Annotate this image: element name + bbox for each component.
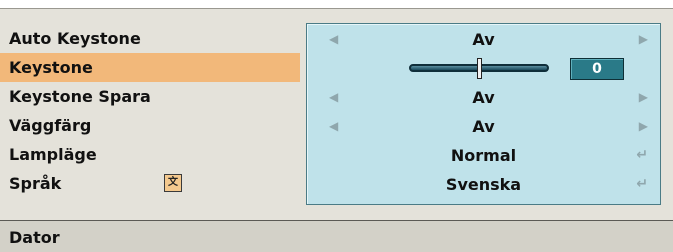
top-border <box>0 0 673 9</box>
vaggfarg-value: Av <box>472 117 495 136</box>
menu-item-auto-keystone[interactable]: Auto Keystone <box>0 24 300 53</box>
sprak-row[interactable]: Svenska ↵ <box>307 170 660 199</box>
sprak-value: Svenska <box>445 175 522 194</box>
menu-item-label: Lampläge <box>9 145 97 164</box>
menu-item-sprak[interactable]: Språk 文 <box>0 169 300 198</box>
menu-item-keystone[interactable]: Keystone <box>0 53 300 82</box>
menu-item-label: Auto Keystone <box>9 29 141 48</box>
value-panel: ◀ Av ▶ 0 ◀ Av ▶ ◀ Av ▶ Normal ↵ Svenska … <box>306 23 661 205</box>
menu-item-label: Keystone <box>9 58 93 77</box>
settings-menu: Auto Keystone Keystone Keystone Spara Vä… <box>0 24 300 198</box>
slider-handle[interactable] <box>477 58 482 79</box>
lamplage-value: Normal <box>450 146 517 165</box>
enter-icon: ↵ <box>636 176 648 192</box>
lamplage-row[interactable]: Normal ↵ <box>307 141 660 170</box>
menu-item-label: Väggfärg <box>9 116 92 135</box>
menu-item-label: Språk <box>9 174 62 193</box>
vaggfarg-selector[interactable]: ◀ Av ▶ <box>307 112 660 141</box>
menu-item-vaggfarg[interactable]: Väggfärg <box>0 111 300 140</box>
auto-keystone-selector[interactable]: ◀ Av ▶ <box>307 25 660 54</box>
language-icon: 文 <box>164 174 182 192</box>
auto-keystone-value: Av <box>472 30 495 49</box>
status-bar: Dator <box>0 221 673 252</box>
right-arrow-icon[interactable]: ▶ <box>639 25 648 54</box>
keystone-spara-selector[interactable]: ◀ Av ▶ <box>307 83 660 112</box>
menu-item-lamplage[interactable]: Lampläge <box>0 140 300 169</box>
menu-item-keystone-spara[interactable]: Keystone Spara <box>0 82 300 111</box>
right-arrow-icon[interactable]: ▶ <box>639 83 648 112</box>
enter-icon: ↵ <box>636 147 648 163</box>
keystone-slider-row: 0 <box>307 54 660 83</box>
menu-item-label: Keystone Spara <box>9 87 151 106</box>
input-source-label: Dator <box>9 228 60 247</box>
right-arrow-icon[interactable]: ▶ <box>639 112 648 141</box>
keystone-value-box: 0 <box>570 58 624 80</box>
keystone-spara-value: Av <box>472 88 495 107</box>
